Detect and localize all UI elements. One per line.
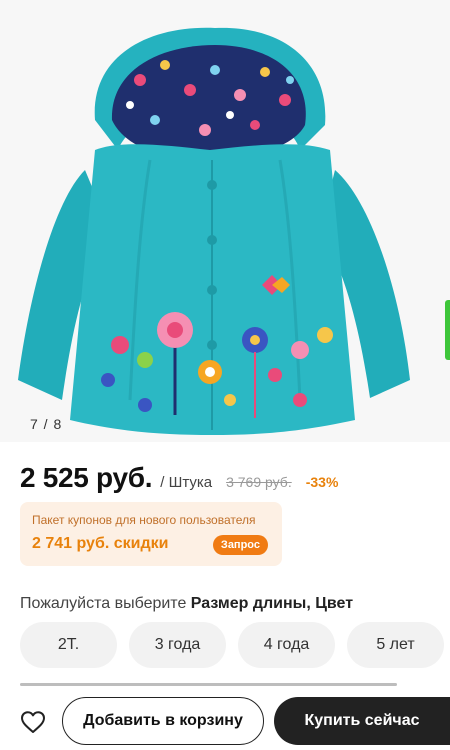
next-image-peek <box>445 300 450 360</box>
size-option[interactable]: 4 года <box>238 622 335 668</box>
add-to-cart-button[interactable]: Добавить в корзину <box>62 697 264 745</box>
coupon-title: Пакет купонов для нового пользователя <box>32 513 256 527</box>
size-option[interactable]: 5 лет <box>347 622 444 668</box>
coupon-request-button[interactable]: Запрос <box>212 535 268 555</box>
image-counter: 7 / 8 <box>30 416 63 432</box>
size-options-scrollbar[interactable] <box>20 683 397 686</box>
new-user-coupon-banner[interactable]: Пакет купонов для нового пользователя 2 … <box>20 502 282 566</box>
product-image <box>0 0 450 442</box>
bottom-action-bar: Добавить в корзину Купить сейчас <box>0 696 450 750</box>
size-options: 2T. 3 года 4 года 5 лет <box>20 622 444 668</box>
size-option[interactable]: 2T. <box>20 622 117 668</box>
scrollbar-thumb[interactable] <box>20 683 397 686</box>
discount-badge: -33% <box>305 474 339 490</box>
price-unit: / Штука <box>160 474 213 491</box>
select-options-label: Размер длины, Цвет <box>190 595 354 612</box>
current-price: 2 525 руб. <box>20 462 153 493</box>
buy-now-button[interactable]: Купить сейчас <box>274 697 450 745</box>
heart-icon[interactable] <box>20 710 46 734</box>
old-price: 3 769 руб. <box>226 474 292 490</box>
variant-select-prompt[interactable]: Пожалуйста выберите Размер длины, Цвет <box>20 595 353 613</box>
product-image-gallery[interactable]: 7 / 8 <box>0 0 450 442</box>
select-prompt-text: Пожалуйста выберите <box>20 595 191 612</box>
size-option[interactable]: 3 года <box>129 622 226 668</box>
price-row: 2 525 руб. / Штука 3 769 руб. -33% <box>20 462 338 494</box>
coupon-amount: 2 741 руб. скидки <box>32 535 169 552</box>
